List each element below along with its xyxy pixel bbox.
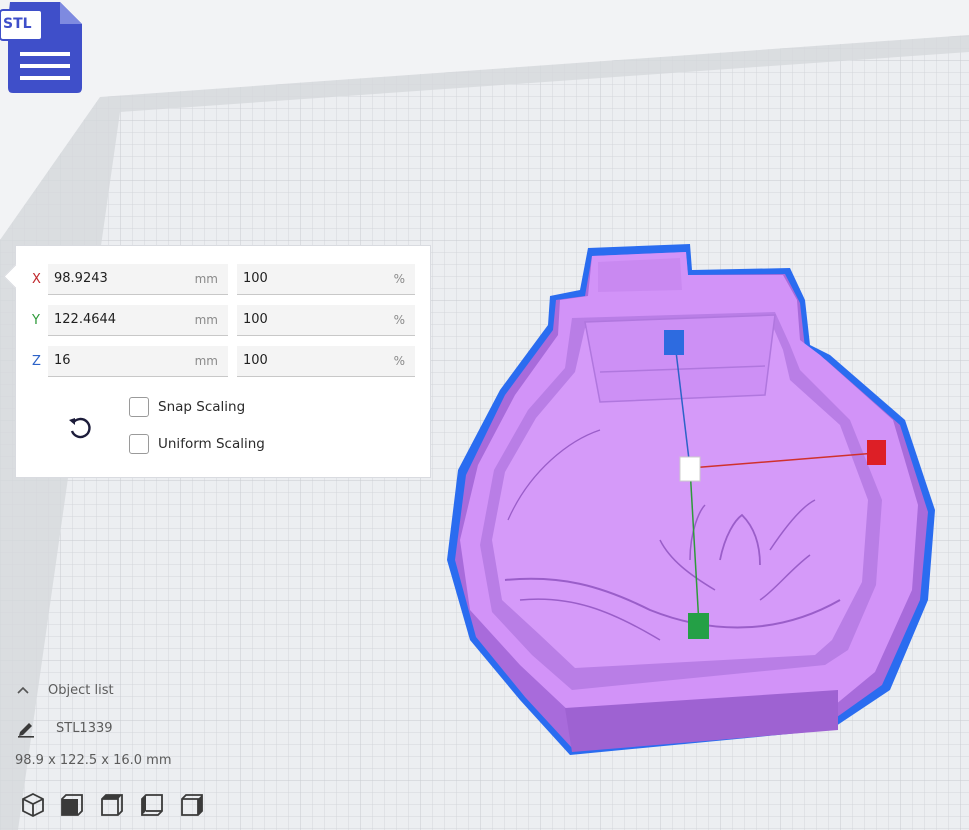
stl-file-icon	[0, 2, 82, 93]
y-percent-value: 100	[243, 312, 268, 327]
x-percent-value: 100	[243, 271, 268, 286]
z-percent-unit: %	[393, 354, 405, 368]
stl-badge-label: STL	[3, 16, 32, 32]
z-mm-input[interactable]: 16 mm	[48, 346, 228, 377]
z-scale-handle[interactable]	[664, 330, 684, 355]
front-view-icon	[61, 794, 83, 816]
uniform-scaling-label: Uniform Scaling	[158, 436, 265, 452]
x-mm-unit: mm	[194, 272, 218, 286]
y-scale-handle[interactable]	[688, 613, 709, 639]
scale-row-y: Y 122.4644 mm 100 %	[16, 305, 430, 337]
stl-file-badge: STL	[0, 0, 92, 96]
view-top-button[interactable]	[99, 792, 125, 818]
y-mm-unit: mm	[194, 313, 218, 327]
y-percent-input[interactable]: 100 %	[237, 305, 415, 336]
view-3d-button[interactable]	[20, 792, 46, 818]
x-mm-value: 98.9243	[54, 271, 108, 286]
view-front-button[interactable]	[59, 792, 85, 818]
z-percent-value: 100	[243, 353, 268, 368]
y-percent-unit: %	[393, 313, 405, 327]
snap-scaling-label: Snap Scaling	[158, 399, 246, 415]
right-view-icon	[181, 794, 203, 816]
axis-label-x: X	[32, 272, 41, 287]
view-left-button[interactable]	[139, 792, 165, 818]
axis-label-y: Y	[32, 313, 40, 328]
reset-scale-button[interactable]	[66, 414, 94, 442]
scale-row-x: X 98.9243 mm 100 %	[16, 264, 430, 296]
uniform-scale-handle[interactable]	[679, 456, 701, 482]
x-percent-input[interactable]: 100 %	[237, 264, 415, 295]
reset-icon	[69, 417, 91, 439]
x-percent-unit: %	[393, 272, 405, 286]
left-view-icon	[141, 794, 163, 816]
top-view-icon	[101, 794, 123, 816]
view-right-button[interactable]	[179, 792, 205, 818]
z-mm-unit: mm	[194, 354, 218, 368]
object-list-toggle[interactable]: Object list	[14, 682, 124, 702]
y-mm-input[interactable]: 122.4644 mm	[48, 305, 228, 336]
chevron-up-icon	[17, 686, 29, 694]
x-scale-handle[interactable]	[867, 440, 886, 465]
z-percent-input[interactable]: 100 %	[237, 346, 415, 377]
y-mm-value: 122.4644	[54, 312, 117, 327]
scale-panel: X 98.9243 mm 100 % Y 122.4644 mm 100 % Z…	[3, 245, 431, 478]
object-list-header: Object list	[48, 683, 114, 698]
uniform-scaling-checkbox[interactable]	[129, 434, 149, 454]
3d-view-icon	[22, 792, 44, 818]
z-mm-value: 16	[54, 353, 71, 368]
axis-label-z: Z	[32, 354, 41, 369]
object-list-item[interactable]: STL1339	[14, 718, 154, 740]
x-mm-input[interactable]: 98.9243 mm	[48, 264, 228, 295]
pencil-icon	[18, 723, 34, 738]
scale-row-z: Z 16 mm 100 %	[16, 346, 430, 378]
snap-scaling-checkbox[interactable]	[129, 397, 149, 417]
object-name: STL1339	[56, 721, 113, 736]
object-dimensions: 98.9 x 122.5 x 16.0 mm	[15, 753, 172, 768]
